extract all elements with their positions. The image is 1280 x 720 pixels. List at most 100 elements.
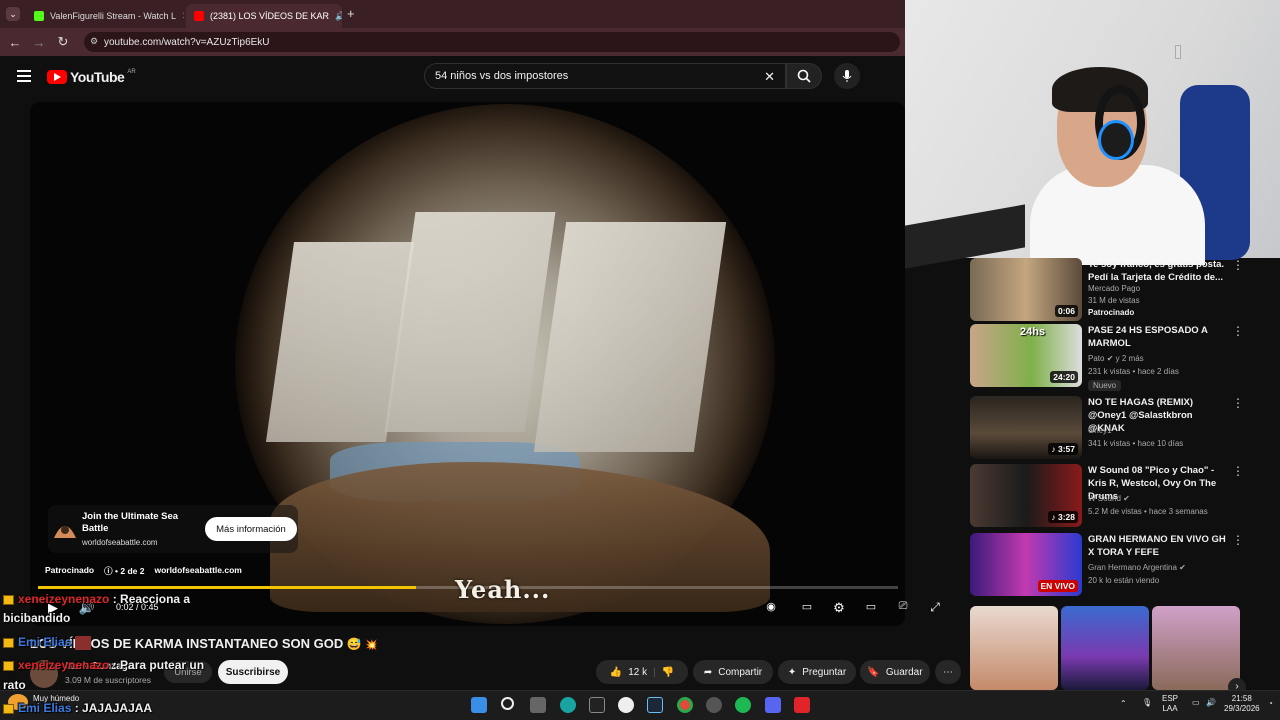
- settings-app-icon[interactable]: [706, 697, 722, 713]
- tab-search-button[interactable]: ⌄: [6, 7, 20, 21]
- save-button[interactable]: 🔖 Guardar: [860, 660, 930, 684]
- chat-message-cont: bicibandido: [3, 611, 70, 625]
- sub-badge-icon: [3, 703, 14, 714]
- cast-icon[interactable]: ⎚: [894, 600, 912, 616]
- chat-text: : JAJAJAJAA: [74, 701, 153, 715]
- more-vert-icon[interactable]: ⋮: [1232, 258, 1244, 272]
- like-dislike-group[interactable]: 👍 12 k | 👎: [596, 660, 688, 684]
- emote-icon: [74, 635, 91, 650]
- new-tab-button[interactable]: +: [347, 6, 355, 21]
- tab-valenfigurelli[interactable]: ValenFigurelli Stream - Watch L ✕: [26, 4, 184, 28]
- recommendation-item[interactable]: ♪ 3:57 NO TE HAGAS (REMIX) @Oney1 @Salas…: [970, 396, 1244, 460]
- more-vert-icon[interactable]: ⋮: [1232, 464, 1244, 478]
- progress-fill: [38, 586, 417, 589]
- country-code: AR: [127, 69, 136, 75]
- taskbar-search-icon[interactable]: [501, 697, 514, 710]
- chat-message: Emi Elias: [3, 635, 91, 650]
- more-vert-icon[interactable]: ⋮: [1232, 533, 1244, 547]
- verified-icon: ✔: [1106, 354, 1114, 363]
- more-actions-button[interactable]: ⋯: [935, 660, 961, 684]
- youtube-play-icon: [47, 70, 67, 84]
- search-value: 54 niños vs dos impostores: [435, 70, 569, 82]
- microphone-tray-icon[interactable]: 🎙: [1142, 698, 1152, 708]
- video-thumbnail[interactable]: 0:06: [970, 258, 1082, 321]
- chat-message: xeneizeynenazo : Reacciona a: [3, 592, 190, 606]
- rec-channel: Oney1: [1088, 426, 1112, 435]
- duration-badge: 24:20: [1050, 371, 1078, 383]
- speaker-icon[interactable]: 🔊: [335, 11, 342, 22]
- ask-button[interactable]: ✦ Preguntar: [778, 660, 856, 684]
- recommendation-item[interactable]: ♪ 3:28 W Sound 08 "Pico y Chao" - Kris R…: [970, 464, 1244, 528]
- site-info-icon[interactable]: ⚙: [90, 36, 98, 47]
- video-thumbnail[interactable]: 24hs 24:20: [970, 324, 1082, 387]
- recommendation-item[interactable]: EN VIVO GRAN HERMANO EN VIVO GH X TORA Y…: [970, 533, 1244, 597]
- subtitles-icon[interactable]: ▭: [798, 600, 816, 616]
- search-input[interactable]: 54 niños vs dos impostores ✕: [424, 63, 786, 89]
- task-view-icon[interactable]: [530, 697, 546, 713]
- share-button[interactable]: ➦ Compartir: [693, 660, 773, 684]
- rec-title[interactable]: PASE 24 HS ESPOSADO A MARMOL: [1088, 324, 1228, 350]
- menu-icon[interactable]: [17, 70, 31, 82]
- youtube-logo[interactable]: YouTube AR: [47, 69, 136, 85]
- rec-title[interactable]: Te soy franco, es gratis posta. Pedí la …: [1088, 258, 1228, 284]
- video-thumbnail[interactable]: ♪ 3:28: [970, 464, 1082, 527]
- more-info-button[interactable]: Más información: [205, 517, 297, 541]
- voice-search-button[interactable]: [834, 63, 860, 89]
- notification-icon[interactable]: ◔: [1268, 699, 1273, 709]
- kick-icon: [34, 11, 44, 21]
- more-vert-icon[interactable]: ⋮: [1232, 324, 1244, 338]
- rec-channel: Mercado Pago: [1088, 284, 1141, 293]
- show-hidden-icons[interactable]: ⌃: [1120, 699, 1127, 709]
- url-field[interactable]: ⚙ youtube.com/watch?v=AZUzTip6EkU: [84, 32, 900, 52]
- tab-youtube[interactable]: (2381) LOS VÍDEOS DE KAR 🔊 ✕: [186, 4, 342, 28]
- video-thumbnail[interactable]: EN VIVO: [970, 533, 1082, 596]
- chat-user: xeneizeynenazo: [18, 592, 110, 606]
- short-thumbnail[interactable]: [970, 606, 1058, 690]
- epic-games-icon[interactable]: [589, 697, 605, 713]
- short-thumbnail[interactable]: [1152, 606, 1240, 690]
- subscribe-button[interactable]: Suscribirse: [218, 660, 288, 684]
- discord-icon[interactable]: [765, 697, 781, 713]
- ad-title[interactable]: Join the Ultimate Sea Battle: [82, 511, 192, 535]
- volume-tray-icon[interactable]: 🔊: [1206, 698, 1216, 708]
- windows-start-icon[interactable]: [471, 697, 487, 713]
- youtube-icon: [194, 11, 204, 21]
- recommendation-item[interactable]: 0:06 Te soy franco, es gratis posta. Ped…: [970, 258, 1244, 322]
- language-indicator[interactable]: ESP LAA: [1162, 694, 1178, 714]
- sponsor-domain[interactable]: worldofseabattle.com: [154, 565, 241, 577]
- close-icon[interactable]: ✕: [182, 11, 184, 22]
- clear-search-icon[interactable]: ✕: [764, 69, 775, 85]
- like-icon[interactable]: 👍: [610, 667, 622, 678]
- spotify-icon[interactable]: [735, 697, 751, 713]
- edge-icon[interactable]: [560, 697, 576, 713]
- divider: |: [653, 666, 656, 678]
- sponsored-label: Patrocinado: [45, 565, 95, 575]
- clock-time: 21:58: [1231, 694, 1252, 703]
- app-icon[interactable]: [794, 697, 810, 713]
- fullscreen-icon[interactable]: ⤢: [926, 600, 944, 616]
- steam-icon[interactable]: [647, 697, 663, 713]
- theater-mode-icon[interactable]: ▭: [862, 600, 880, 616]
- rec-title[interactable]: GRAN HERMANO EN VIVO GH X TORA Y FEFE: [1088, 533, 1228, 559]
- info-icon[interactable]: ⓘ: [104, 566, 113, 576]
- reload-icon[interactable]: ↻: [51, 34, 75, 50]
- recommendation-item[interactable]: 24hs 24:20 PASE 24 HS ESPOSADO A MARMOL …: [970, 324, 1244, 391]
- duration-badge: 0:06: [1054, 305, 1078, 317]
- obs-icon[interactable]: [618, 697, 634, 713]
- chrome-icon[interactable]: [677, 697, 693, 713]
- chat-message: Emi Elias : JAJAJAJAA: [3, 701, 152, 715]
- collision-emoji-icon: 💥: [365, 640, 378, 651]
- video-thumbnail[interactable]: ♪ 3:57: [970, 396, 1082, 459]
- back-icon[interactable]: ←: [3, 35, 27, 50]
- forward-icon[interactable]: →: [27, 35, 51, 50]
- sea-battle-logo-icon: [54, 526, 76, 538]
- lang-line2: LAA: [1162, 704, 1178, 713]
- dislike-icon[interactable]: 👎: [662, 667, 674, 678]
- clock[interactable]: 21:58 29/3/2026: [1224, 694, 1260, 714]
- settings-gear-icon[interactable]: ⚙: [830, 600, 848, 616]
- autoplay-toggle-icon[interactable]: ◉: [762, 600, 780, 616]
- search-button[interactable]: [786, 63, 822, 89]
- network-icon[interactable]: ▭: [1192, 698, 1200, 708]
- more-vert-icon[interactable]: ⋮: [1232, 396, 1244, 410]
- short-thumbnail[interactable]: [1061, 606, 1149, 690]
